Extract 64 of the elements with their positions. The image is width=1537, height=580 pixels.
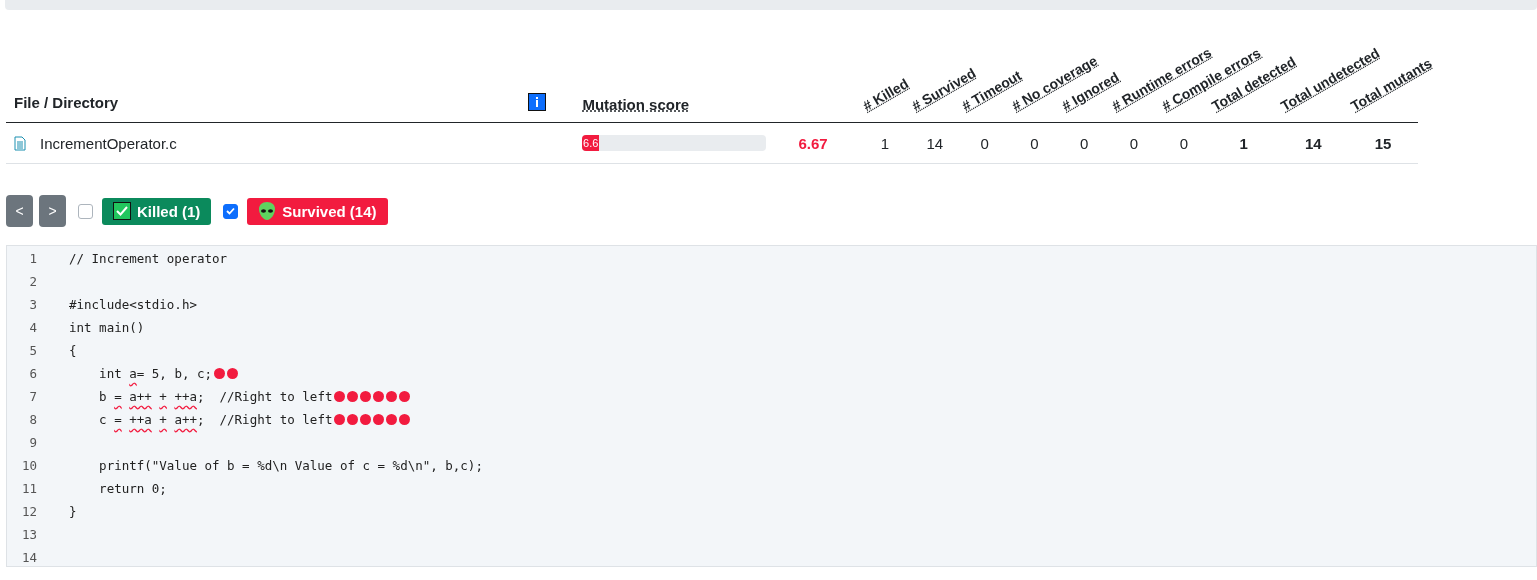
table-cell: 14 <box>926 134 944 152</box>
line-number: 1 <box>28 251 37 266</box>
line-number: 7 <box>28 389 37 404</box>
code-line: b = a++ + ++a; //Right to left <box>98 389 333 404</box>
table-cell: 14 <box>1305 134 1322 152</box>
code-line: int a= 5, b, c; <box>98 366 212 381</box>
filter-checkbox[interactable] <box>223 203 239 219</box>
file-name[interactable]: IncrementOperator.c <box>40 134 177 152</box>
next-button[interactable]: > <box>39 195 66 227</box>
line-number: 2 <box>28 274 37 289</box>
line-number: 11 <box>20 481 37 496</box>
mutant-dot[interactable] <box>386 391 398 402</box>
table-cell: 0 <box>1080 134 1089 152</box>
line-number: 9 <box>28 435 37 450</box>
mutant-dot[interactable] <box>347 391 359 402</box>
line-number: 6 <box>28 366 37 381</box>
mutant-dot[interactable] <box>334 391 346 402</box>
score-fill: 6.6 <box>582 135 600 151</box>
filter-badge[interactable]: Killed (1) <box>102 197 212 225</box>
alien-icon <box>258 201 277 221</box>
line-number: 14 <box>20 550 37 565</box>
mutant-dot[interactable] <box>399 414 411 425</box>
table-cell: 1 <box>880 134 890 152</box>
line-number: 10 <box>20 458 37 473</box>
filter-checkbox[interactable] <box>78 203 93 219</box>
mutant-dot[interactable] <box>373 414 385 425</box>
line-number: 3 <box>28 297 37 312</box>
check-mark-icon <box>113 202 131 220</box>
table-cell: 0 <box>1129 134 1139 152</box>
line-number: 4 <box>28 320 37 335</box>
line-number: 13 <box>20 527 37 542</box>
filter-badge[interactable]: Survived (14) <box>247 197 388 225</box>
code-line: return 0; <box>98 481 167 496</box>
code-line: { <box>69 343 77 358</box>
info-icon[interactable] <box>528 93 547 111</box>
table-cell: 0 <box>1179 134 1188 152</box>
column-header: File / Directory <box>14 93 119 113</box>
table-cell: 0 <box>1030 134 1039 152</box>
line-number: 12 <box>20 504 37 519</box>
mutant-dot[interactable] <box>360 391 372 402</box>
previous-button[interactable]: < <box>6 195 33 227</box>
table-cell: 1 <box>1239 134 1248 152</box>
mutant-dot[interactable] <box>214 368 225 379</box>
mutant-dot[interactable] <box>334 414 346 425</box>
mutant-dot[interactable] <box>347 414 359 425</box>
column-header: Mutation score <box>582 96 690 115</box>
mutant-dot[interactable] <box>373 391 385 402</box>
table-cell: 15 <box>1374 134 1392 152</box>
code-line: } <box>69 504 77 519</box>
mutation-score: 6.67 <box>797 134 829 152</box>
code-line: // Increment operator <box>69 251 228 266</box>
code-line: printf("Value of b = %d\n Value of c = %d\n", b,c); <box>98 458 483 473</box>
mutant-dot[interactable] <box>386 414 398 425</box>
code-line: int main() <box>69 320 145 335</box>
mutant-dot[interactable] <box>399 391 411 402</box>
code-line: c = ++a + a++; //Right to left <box>98 412 333 427</box>
file-icon <box>14 135 26 151</box>
table-cell: 0 <box>980 134 989 152</box>
mutant-dot[interactable] <box>227 368 238 379</box>
line-number: 5 <box>28 343 37 358</box>
code-line: #include<stdio.h> <box>69 297 197 312</box>
checkmark-icon <box>226 207 236 215</box>
line-number: 8 <box>28 412 37 427</box>
mutant-dot[interactable] <box>360 414 372 425</box>
